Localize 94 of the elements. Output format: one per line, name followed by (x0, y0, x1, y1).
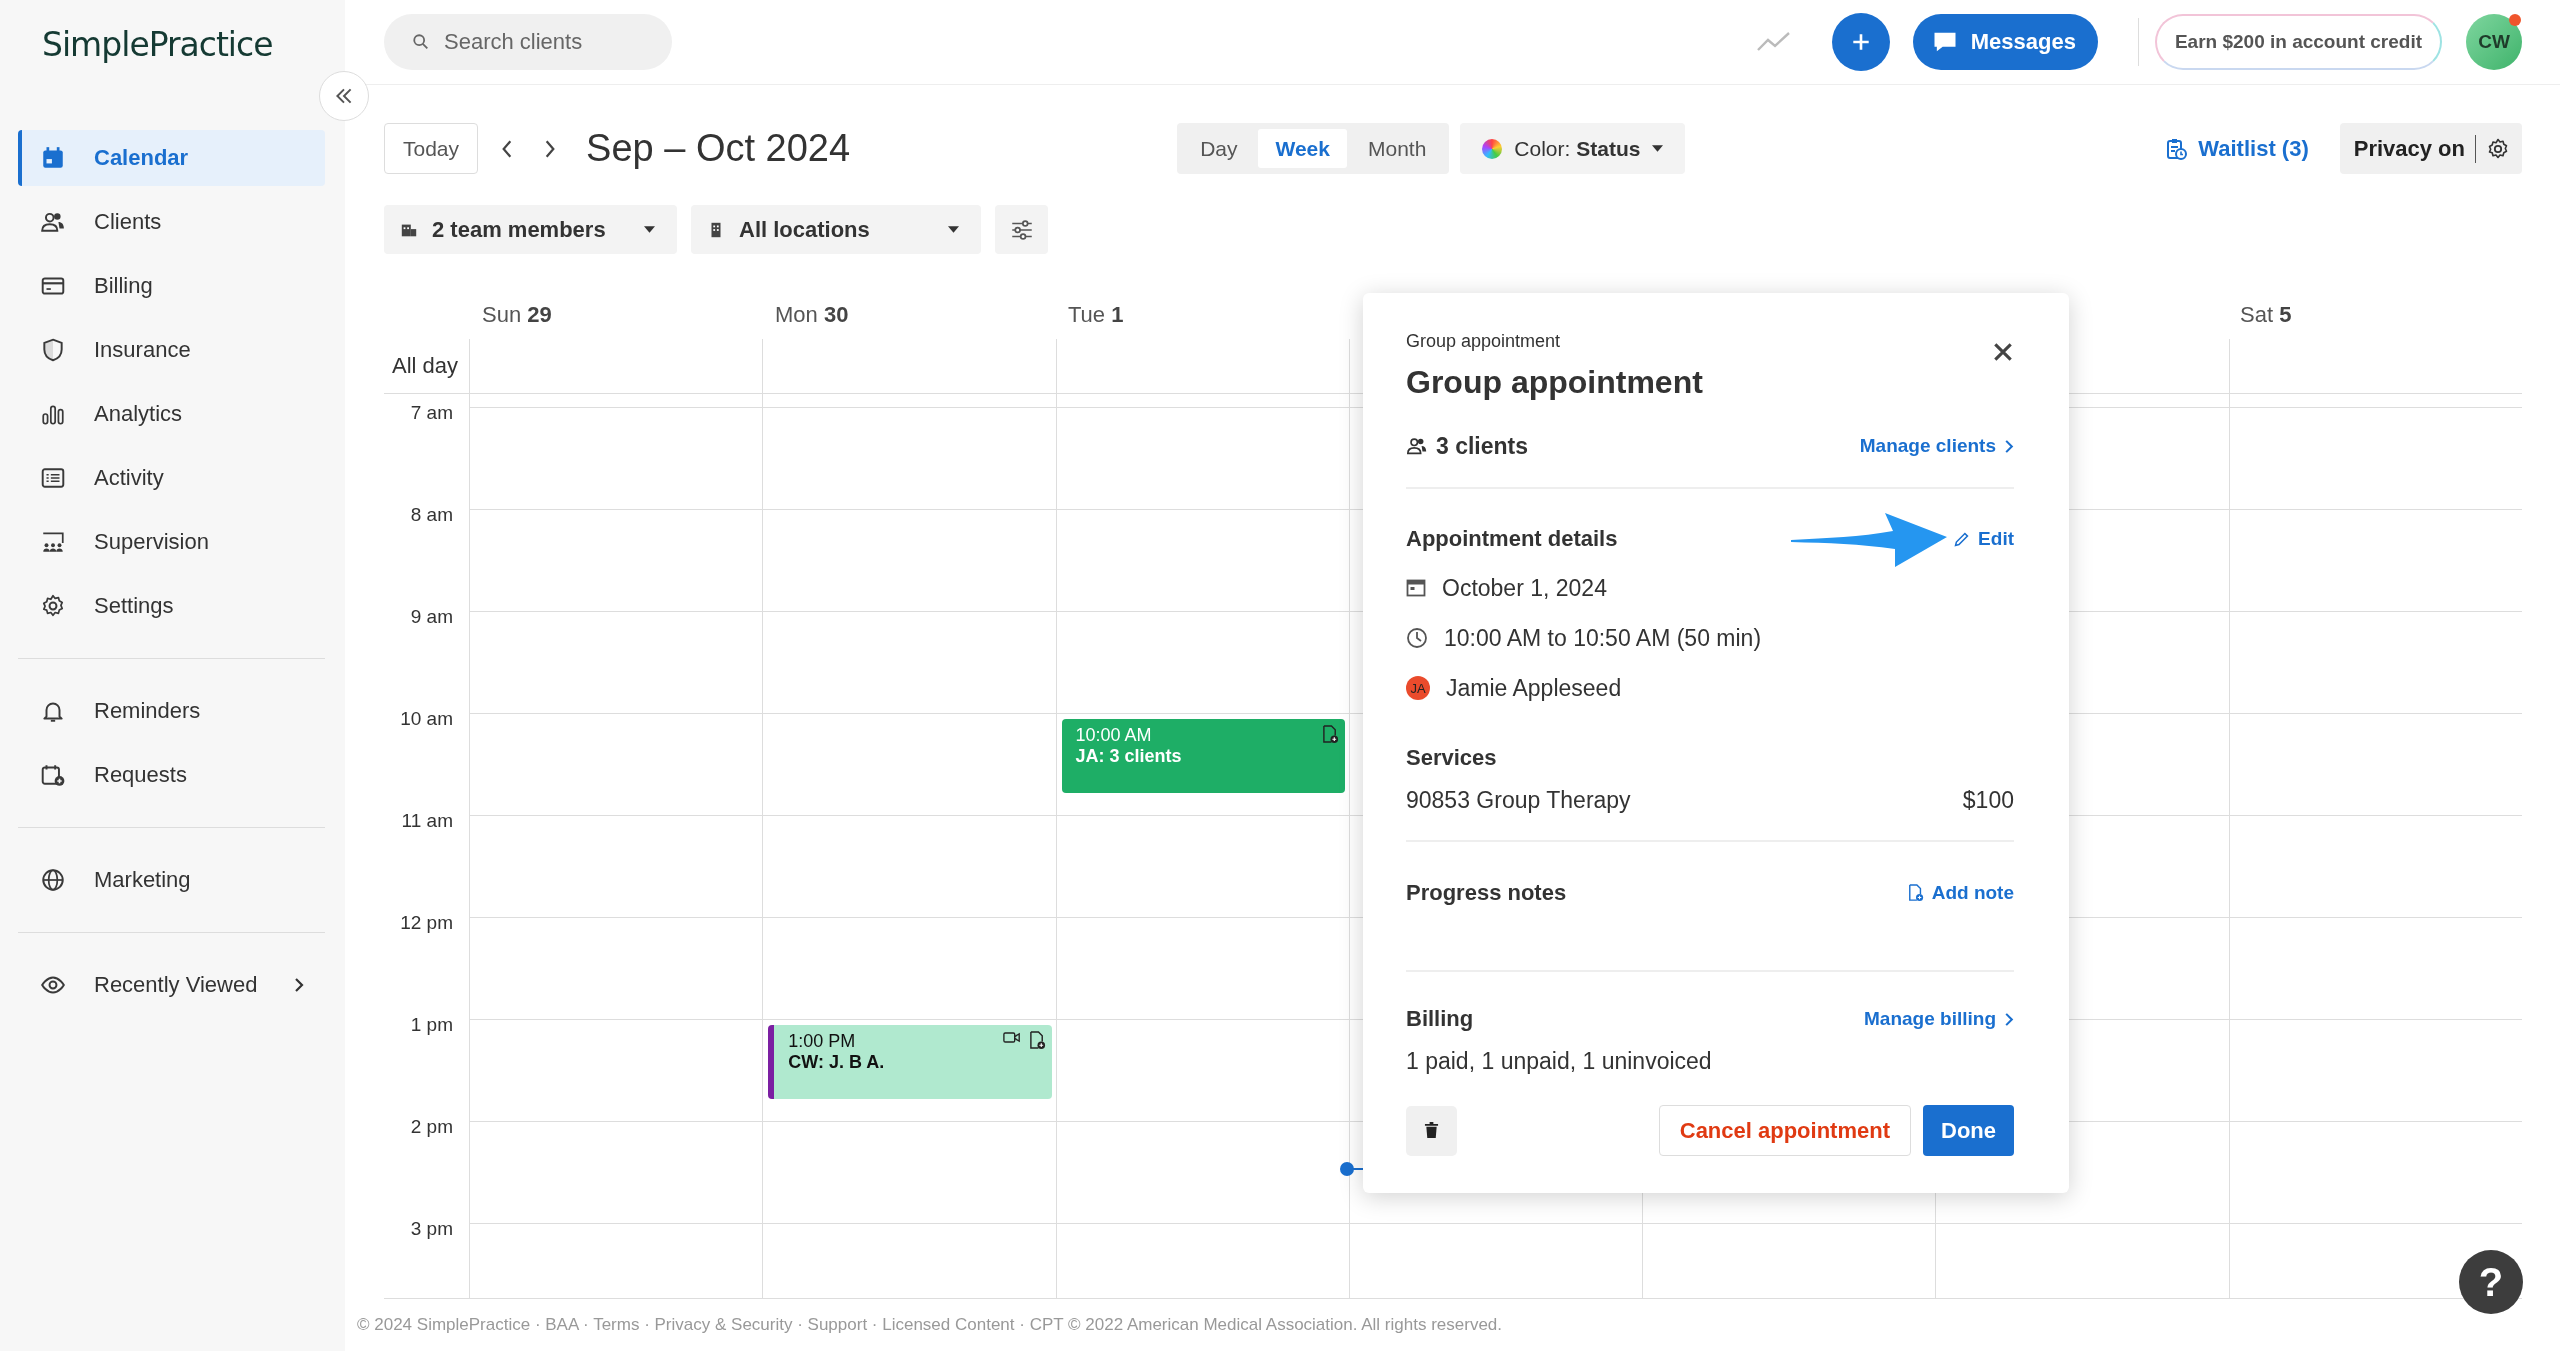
help-button[interactable]: ? (2459, 1250, 2523, 1314)
sidebar-item[interactable]: Supervision (18, 514, 325, 570)
day-header: Tue 1 (1068, 302, 1124, 327)
note-add-icon (1321, 725, 1339, 744)
appointment-date: October 1, 2024 (1442, 574, 1607, 602)
section-heading: Progress notes (1406, 880, 1567, 906)
sidebar-item[interactable]: Clients (18, 194, 325, 250)
settings-icon (2486, 136, 2510, 161)
sidebar-item[interactable]: Billing (18, 258, 325, 314)
filter-settings-button[interactable] (995, 205, 1048, 254)
edit-link[interactable]: Edit (1953, 528, 2014, 550)
service-price: $100 (1962, 787, 2014, 814)
popup-title: Group appointment (1406, 364, 1703, 401)
sidebar-item[interactable]: Requests (18, 747, 325, 803)
sidebar-item[interactable]: Calendar (18, 130, 325, 186)
delete-button[interactable] (1406, 1105, 1457, 1156)
section-heading: Services (1406, 745, 1498, 771)
billing-summary: 1 paid, 1 unpaid, 1 uninvoiced (1406, 1048, 1713, 1075)
cancel-appointment-button[interactable]: Cancel appointment (1658, 1105, 1911, 1156)
view-tab[interactable]: Week (1258, 129, 1347, 168)
search-icon (412, 33, 430, 51)
appointment-time: 10:00 AM to 10:50 AM (50 min) (1444, 624, 1762, 652)
day-header: Sun 29 (482, 302, 552, 327)
messages-button[interactable]: Messages (1912, 14, 2098, 70)
appointment-block[interactable]: 1:00 PM CW: J. B A. (768, 1025, 1052, 1099)
date-range-title: Sep – Oct 2024 (586, 127, 851, 170)
service-name: 90853 Group Therapy (1406, 787, 1631, 814)
color-filter-button[interactable]: Color: Status (1460, 123, 1686, 174)
calendar-icon (1406, 578, 1426, 598)
manage-billing-link[interactable]: Manage billing (1864, 1008, 2014, 1030)
caret-icon (644, 226, 655, 233)
clinician-name: Jamie Appleseed (1446, 674, 1622, 702)
user-avatar[interactable]: CW (2466, 14, 2522, 70)
day-header: Sat 5 (2240, 302, 2292, 327)
sidebar-item[interactable]: Reminders (18, 683, 325, 739)
sidebar-item[interactable]: Analytics (18, 386, 325, 442)
popup-subtitle: Group appointment (1406, 331, 1562, 352)
manage-clients-link[interactable]: Manage clients (1859, 435, 2014, 457)
sidebar-item[interactable]: Marketing (18, 852, 325, 908)
add-note-link[interactable]: Add note (1907, 882, 2014, 904)
sidebar-item[interactable]: Settings (18, 578, 325, 634)
collapse-sidebar-button[interactable] (319, 71, 369, 121)
add-button[interactable] (1831, 13, 1890, 71)
hour-label: 12 pm (400, 912, 453, 933)
footer-text: © 2024 SimplePractice · BAA · Terms · Privacy & Security · Support · Licensed Content · CPT © 2022 American Medical Association. All rights reserved. (357, 1315, 1503, 1335)
note-add-icon (1028, 1031, 1046, 1050)
gear-icon (40, 593, 66, 619)
hour-label: 8 am (410, 504, 453, 525)
supervision-icon (40, 529, 66, 555)
privacy-button[interactable]: Privacy on (2339, 123, 2522, 174)
clipboard-clock-icon (2164, 136, 2189, 161)
note-add-icon (1907, 884, 1924, 902)
hour-label: 10 am (400, 708, 453, 729)
credit-button[interactable]: Earn $200 in account credit (2154, 14, 2442, 70)
close-icon (1992, 341, 2014, 363)
today-button[interactable]: Today (384, 123, 479, 174)
shield-icon (40, 337, 66, 363)
color-wheel-icon (1482, 138, 1503, 159)
section-heading: Appointment details (1406, 526, 1618, 552)
sidebar-item[interactable]: Recently Viewed (18, 957, 325, 1013)
calendar-plus-icon (40, 762, 66, 788)
view-tab[interactable]: Month (1350, 129, 1444, 168)
done-button[interactable]: Done (1923, 1105, 2014, 1156)
chevron-right-icon (2004, 438, 2014, 454)
hour-label: 2 pm (410, 1116, 453, 1137)
hour-label: 3 pm (410, 1218, 453, 1239)
sidebar-item[interactable]: Insurance (18, 322, 325, 378)
search-field[interactable]: Search clients (384, 14, 672, 70)
section-heading: Billing (1406, 1006, 1474, 1032)
hour-label: 11 am (401, 810, 453, 831)
hour-label: 1 pm (410, 1014, 453, 1035)
video-icon (1002, 1031, 1021, 1044)
waitlist-link[interactable]: Waitlist (3) (2164, 135, 2309, 162)
caret-icon (948, 226, 959, 233)
globe-icon (40, 867, 66, 893)
view-tab[interactable]: Day (1183, 129, 1255, 168)
pencil-icon (1953, 530, 1971, 548)
day-header: Mon 30 (775, 302, 849, 327)
logo: SimplePractice (42, 24, 274, 66)
hour-label: 9 am (410, 606, 453, 627)
calendar-icon (40, 145, 66, 171)
clients-count: 3 clients (1436, 432, 1529, 460)
all-day-label: All day (392, 353, 459, 379)
sidebar-item[interactable]: Activity (18, 450, 325, 506)
chevron-right-icon (2004, 1011, 2014, 1027)
clock-icon (1406, 627, 1428, 649)
caret-icon (1652, 145, 1664, 152)
hour-label: 7 am (410, 402, 453, 423)
team-members-dropdown[interactable]: 2 team members (384, 205, 677, 254)
clinician-avatar: JA (1406, 676, 1430, 700)
locations-dropdown[interactable]: All locations (691, 205, 981, 254)
people-icon (1406, 435, 1428, 457)
trash-icon (1424, 1122, 1439, 1139)
list-icon (40, 465, 66, 491)
